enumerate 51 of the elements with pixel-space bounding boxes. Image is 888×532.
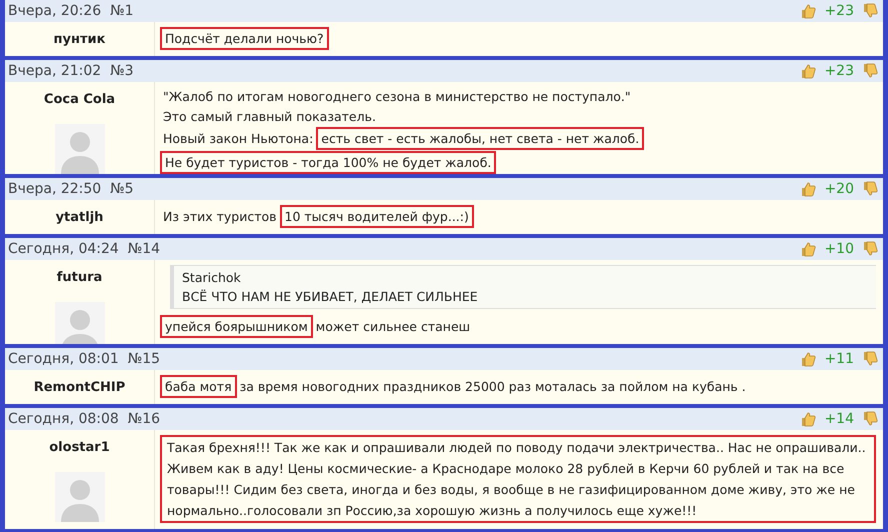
vote-score: +20 [824, 180, 854, 198]
vote-score: +11 [824, 350, 854, 368]
comment-text: Это самый главный показатель. [162, 108, 377, 126]
comment-number: №16 [128, 410, 160, 428]
comment-text: за время новогодних праздников 25000 раз моталась за пойлом на кубань . [238, 378, 747, 396]
vote-score: +23 [824, 62, 854, 80]
vote-score: +14 [824, 410, 854, 428]
thumbs-down-icon[interactable] [862, 63, 878, 79]
author-name[interactable]: RemontCHIP [34, 378, 126, 398]
comment-text: Из этих туристов [162, 208, 278, 226]
thumbs-up-icon[interactable] [800, 63, 816, 79]
highlighted-text: Такая брехня!!! Так же как и опрашивали людей по поводу подачи электричества.. Нас не опрашивали.. Живем как в аду! Цены космические- а Краснодаре молоко 28 рублей в Керчи 60 рублей и так на все товары!!! Сидим без света, иногда и без воды, я вообще в не газифицированном доме живу, это же не нормально..голосовали зп Россию,за хорошую жизнь а получилось еще хуже!!! [160, 435, 876, 523]
thumbs-up-icon[interactable] [800, 3, 816, 19]
highlighted-text: есть свет - есть жалобы, нет света - нет жалоб. [316, 127, 644, 150]
comment-number: №15 [128, 350, 160, 368]
highlighted-text: 10 тысяч водителей фур...:) [280, 205, 474, 228]
comment-text: "Жалоб по итогам новогоднего сезона в министерство не поступало." [162, 88, 632, 106]
author-name[interactable]: Coca Cola [44, 90, 116, 110]
thumbs-down-icon[interactable] [862, 181, 878, 197]
thumbs-up-icon[interactable] [800, 351, 816, 367]
highlighted-text: Не будет туристов - тогда 100% не будет жалоб. [160, 151, 496, 174]
comment-date: Сегодня, 08:08 [8, 410, 120, 428]
comment-text: Новый закон Ньютона: [162, 130, 314, 148]
comment-number: №5 [110, 180, 134, 198]
vote-score: +10 [824, 240, 854, 258]
comment-number: №3 [110, 62, 134, 80]
comment-date: Вчера, 21:02 [8, 62, 102, 80]
comment-text: может сильнее станеш [314, 318, 472, 336]
thumbs-up-icon[interactable] [800, 241, 816, 257]
thumbs-down-icon[interactable] [862, 411, 878, 427]
highlighted-text: баба мотя [160, 375, 237, 398]
vote-score: +23 [824, 2, 854, 20]
thumbs-down-icon[interactable] [862, 241, 878, 257]
author-name[interactable]: пунтик [54, 30, 106, 50]
thumbs-down-icon[interactable] [862, 351, 878, 367]
author-name[interactable]: futura [56, 268, 102, 288]
thumbs-up-icon[interactable] [800, 181, 816, 197]
comment-date: Вчера, 20:26 [8, 2, 102, 20]
author-name[interactable]: olostar1 [49, 438, 110, 458]
comment-number: №14 [128, 240, 160, 258]
quote-text: ВСЁ ЧТО НАМ НЕ УБИВАЕТ, ДЕЛАЕТ СИЛЬНЕЕ [182, 288, 479, 306]
highlighted-text: Подсчёт делали ночью? [160, 27, 329, 50]
quote-author: Starichok [182, 269, 242, 287]
thumbs-down-icon[interactable] [862, 3, 878, 19]
comment-date: Сегодня, 04:24 [8, 240, 120, 258]
thumbs-up-icon[interactable] [800, 411, 816, 427]
comment-date: Вчера, 22:50 [8, 180, 102, 198]
author-name[interactable]: ytatljh [56, 208, 104, 228]
comment-date: Сегодня, 08:01 [8, 350, 120, 368]
highlighted-text: упейся боярышником [160, 315, 313, 338]
comment-number: №1 [110, 2, 134, 20]
